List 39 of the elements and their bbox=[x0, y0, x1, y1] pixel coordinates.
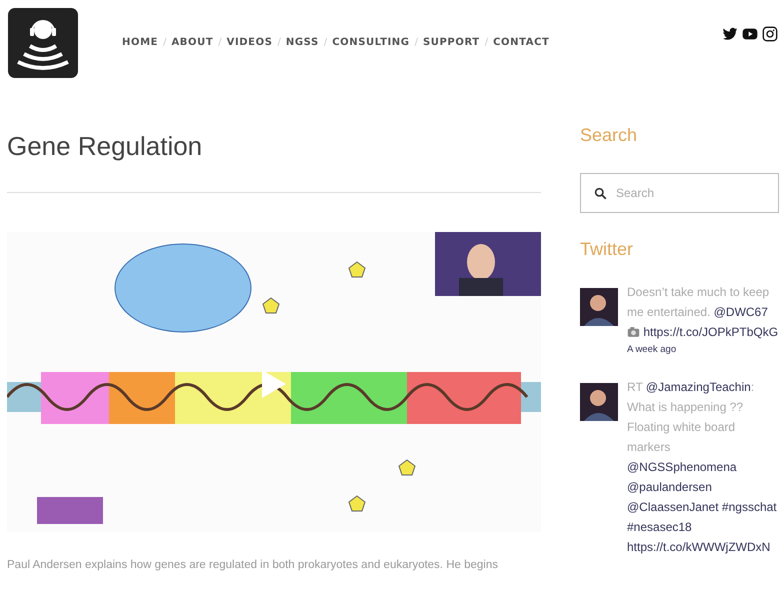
nav-link[interactable]: CONTACT bbox=[493, 37, 550, 48]
tweet-link[interactable]: @NGSSphenomena bbox=[627, 460, 737, 474]
twitter-icon[interactable] bbox=[722, 26, 738, 42]
tweet-link[interactable]: #nesasec18 bbox=[627, 520, 692, 534]
nav-separator: / bbox=[218, 37, 222, 48]
avatar[interactable] bbox=[580, 288, 618, 326]
nav-link[interactable]: VIDEOS bbox=[226, 37, 273, 48]
tweet-link[interactable]: https://t.co/JOPkPTbQkG bbox=[643, 325, 778, 339]
headphones-logo[interactable] bbox=[8, 8, 78, 78]
tweet-time[interactable]: A week ago bbox=[627, 344, 779, 355]
nav-separator: / bbox=[163, 37, 166, 48]
play-icon[interactable] bbox=[262, 370, 286, 398]
nav-link[interactable]: NGSS bbox=[286, 37, 319, 48]
tweet-link[interactable]: @JamazingTeachin bbox=[646, 380, 751, 394]
nav-separator: / bbox=[278, 37, 281, 48]
tweet-link[interactable]: #ngsschat bbox=[722, 500, 777, 514]
search-field[interactable]: Search bbox=[580, 173, 779, 213]
avatar[interactable] bbox=[580, 383, 618, 421]
tweet-link[interactable]: https://t.co/kWWWjZWDxN bbox=[627, 540, 770, 554]
tweet-text: RT @JamazingTeachin: What is happening ?? Floating white board markers @NGSSphenomena @paulandersen @ClaassenJanet #ngsschat #nesasec18 https://t.co/kWWWjZWDxN bbox=[627, 379, 778, 556]
nav-separator: / bbox=[484, 37, 488, 48]
nav-link[interactable]: CONSULTING bbox=[332, 37, 410, 48]
nav-link[interactable]: SUPPORT bbox=[422, 37, 480, 48]
nav-link[interactable]: HOME bbox=[122, 37, 158, 48]
search-icon bbox=[594, 187, 607, 200]
tweet-link[interactable]: @paulandersen bbox=[627, 480, 712, 494]
nav-link[interactable]: ABOUT bbox=[171, 37, 214, 48]
nav-separator: / bbox=[414, 37, 418, 48]
camera-icon bbox=[627, 326, 640, 338]
youtube-icon[interactable] bbox=[742, 26, 758, 42]
nav-separator: / bbox=[324, 37, 328, 48]
instagram-icon[interactable] bbox=[762, 26, 778, 42]
widget-title: Twitter bbox=[580, 239, 634, 260]
tweet-text: Doesn’t take much to keep me entertained. @DWC67 https://t.co/JOPkPTbQkG bbox=[627, 284, 779, 341]
article-title: Gene Regulation bbox=[7, 131, 204, 162]
widget-title: Search bbox=[580, 125, 638, 146]
tweet-link[interactable]: @DWC67 bbox=[714, 305, 768, 319]
tweet-link[interactable]: @ClaassenJanet bbox=[627, 500, 719, 514]
video-description: Paul Andersen explains how genes are regulated in both prokaryotes and eukaryotes. He begins bbox=[7, 559, 499, 571]
